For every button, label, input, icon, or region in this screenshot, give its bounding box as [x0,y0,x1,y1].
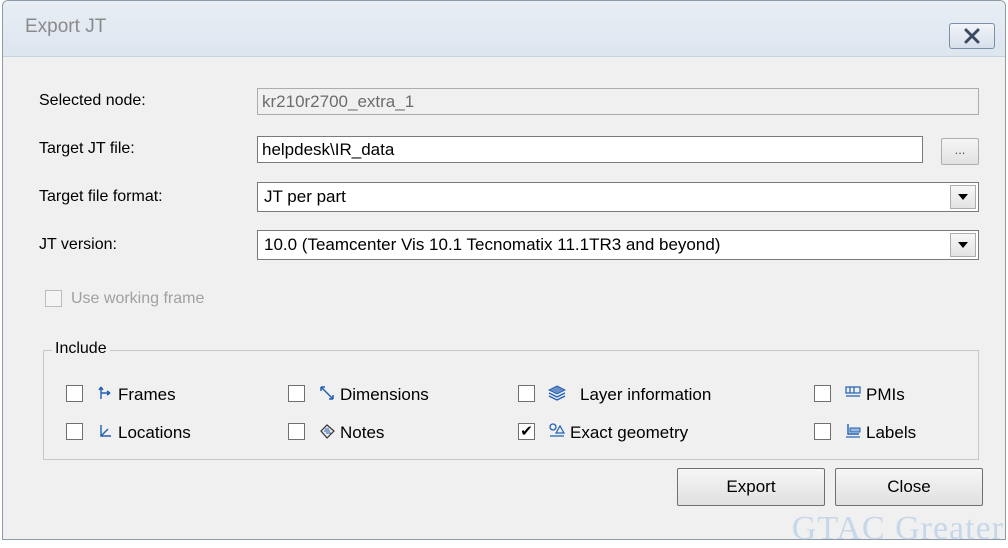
dimensions-checkbox[interactable] [288,385,305,402]
target-format-label: Target file format: [39,188,163,205]
close-button[interactable]: Close [835,468,983,506]
layer-information-label: Layer information [580,385,712,404]
dialog-client-area: Selected node: kr210r2700_extra_1 Target… [3,58,1005,539]
jt-version-dropdown-button[interactable] [950,233,976,257]
frames-icon [98,386,111,399]
dropdown-arrow-icon [958,242,968,248]
include-exact-geometry[interactable]: ✔ Exact geometry [518,421,738,443]
labels-icon [846,424,861,438]
selected-node-label: Selected node: [39,92,146,109]
selected-node-field: kr210r2700_extra_1 [257,88,979,115]
target-format-value: JT per part [264,187,346,206]
include-labels[interactable]: Labels [814,421,954,443]
target-file-input[interactable] [262,137,922,162]
frames-label: Frames [118,385,176,404]
include-group-label: Include [52,340,110,358]
include-group: Include Frames Dimensions Layer informat… [43,340,979,460]
target-file-field[interactable] [257,136,923,163]
target-format-select[interactable]: JT per part [257,182,979,212]
exact-geometry-checkbox[interactable]: ✔ [518,423,535,440]
notes-checkbox[interactable] [288,423,305,440]
pmi-icon [845,386,861,397]
dialog-title: Export JT [25,16,107,37]
jt-version-value: 10.0 (Teamcenter Vis 10.1 Tecnomatix 11.… [264,235,721,254]
use-working-frame-label: Use working frame [71,290,205,307]
include-dimensions[interactable]: Dimensions [288,383,468,405]
exact-geometry-label: Exact geometry [570,423,689,442]
jt-version-label: JT version: [39,236,117,253]
include-layer-information[interactable]: Layer information [518,383,758,405]
pmis-checkbox[interactable] [814,385,831,402]
target-format-dropdown-button[interactable] [950,185,976,209]
use-working-frame-checkbox[interactable] [45,290,62,307]
dimensions-label: Dimensions [340,385,429,404]
dimensions-icon [320,386,334,400]
include-pmis[interactable]: PMIs [814,383,944,405]
export-jt-dialog: Export JT Selected node: kr210r2700_extr… [2,0,1006,540]
locations-label: Locations [118,423,191,442]
include-locations[interactable]: Locations [66,421,226,443]
pmis-label: PMIs [866,385,905,404]
frames-checkbox[interactable] [66,385,83,402]
include-frames[interactable]: Frames [66,383,216,405]
dropdown-arrow-icon [958,194,968,200]
close-icon [964,28,980,44]
labels-checkbox[interactable] [814,423,831,440]
include-notes[interactable]: Notes [288,421,428,443]
locations-checkbox[interactable] [66,423,83,440]
layer-information-checkbox[interactable] [518,385,535,402]
jt-version-select[interactable]: 10.0 (Teamcenter Vis 10.1 Tecnomatix 11.… [257,230,979,260]
check-mark-icon: ✔ [520,423,533,440]
layer-icon [548,385,566,401]
watermark: GTAC Greater [791,510,1004,547]
export-button[interactable]: Export [677,468,825,506]
notes-icon [320,424,335,439]
target-file-label: Target JT file: [39,140,135,157]
locations-icon [100,425,111,437]
browse-button[interactable]: ... [941,138,979,165]
title-bar: Export JT [3,1,1005,57]
close-window-button[interactable] [949,23,995,49]
notes-label: Notes [340,423,385,442]
exact-geometry-icon [549,423,566,437]
labels-label: Labels [866,423,917,442]
